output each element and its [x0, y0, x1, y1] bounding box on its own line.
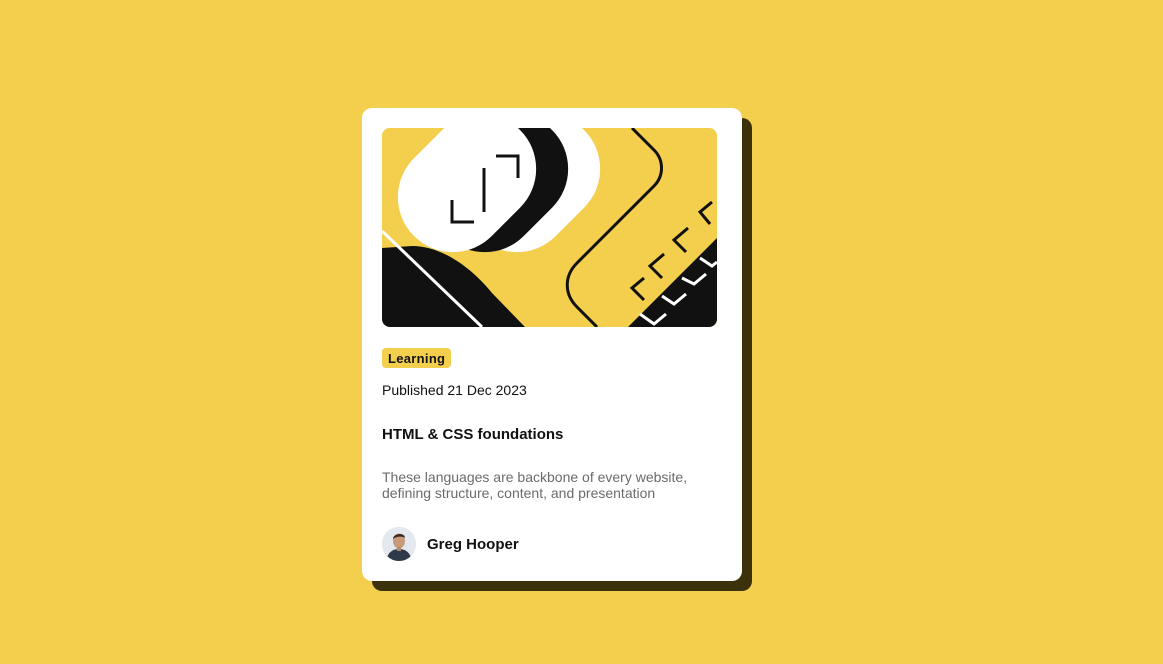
published-date: Published 21 Dec 2023 [382, 382, 527, 398]
author-name: Greg Hooper [427, 535, 519, 553]
category-tag: Learning [382, 348, 452, 368]
abstract-illustration-image [382, 128, 717, 327]
card-title[interactable]: HTML & CSS foundations [382, 426, 722, 443]
avatar-photo-icon [382, 527, 416, 561]
blog-preview-card: Learning Published 21 Dec 2023 HTML & CS… [362, 108, 742, 581]
page: Learning Published 21 Dec 2023 HTML & CS… [0, 0, 1163, 664]
card-description: These languages are backbone of every we… [382, 469, 688, 501]
author: Greg Hooper [382, 527, 722, 561]
